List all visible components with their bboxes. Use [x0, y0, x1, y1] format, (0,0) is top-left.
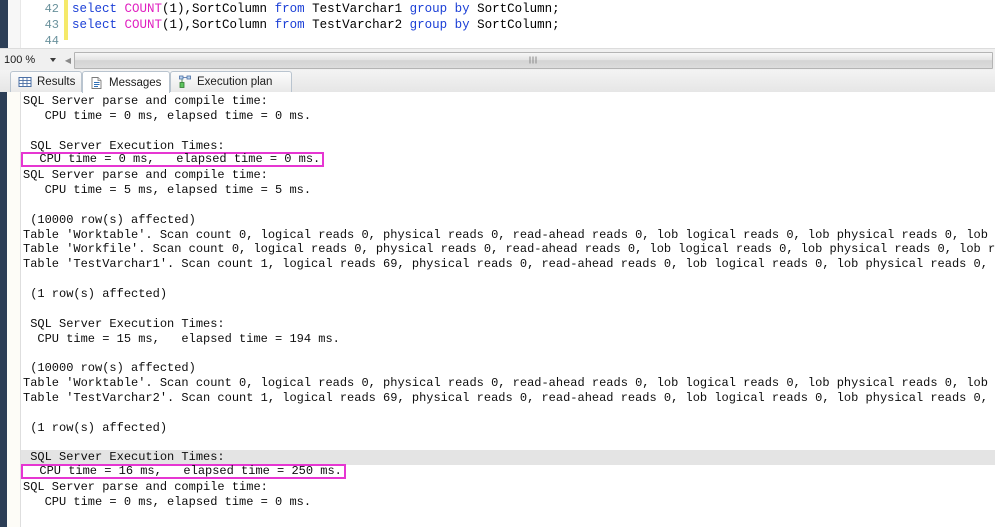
message-line [21, 198, 995, 213]
editor-horizontal-scrollbar[interactable]: ◀ [62, 50, 995, 70]
editor-line-number: 44 [44, 34, 59, 48]
message-highlight-box: CPU time = 16 ms, elapsed time = 250 ms. [21, 464, 346, 480]
highlighted-message-line: CPU time = 0 ms, elapsed time = 0 ms. [21, 152, 995, 168]
sql-token-kw: group by [409, 2, 478, 16]
editor-line-number: 42 [44, 2, 59, 16]
sql-token-pl: TestVarchar1 [312, 2, 410, 16]
sql-token-pl: TestVarchar2 [312, 18, 410, 32]
sql-token-kw: select [72, 2, 125, 16]
tab-label: Execution plan [197, 76, 273, 88]
tab-execution-plan[interactable]: Execution plan [170, 71, 292, 92]
message-line: SQL Server parse and compile time: [23, 479, 276, 494]
sql-token-kw: from [274, 2, 313, 16]
message-line: (1 row(s) affected) [23, 286, 168, 301]
message-line: CPU time = 0 ms, elapsed time = 0 ms. [23, 108, 312, 123]
sql-code-text[interactable]: select COUNT(1),SortColumn from TestVarc… [72, 1, 560, 48]
sql-token-kw: group by [409, 18, 478, 32]
sql-token-kw: select [72, 18, 125, 32]
editor-line-number: 43 [44, 18, 59, 32]
messages-left-edge [0, 92, 7, 527]
ssms-query-window: 42 43 44 select COUNT(1),SortColumn from T… [0, 0, 995, 527]
sql-token-fn: COUNT [124, 2, 163, 16]
grid-icon [18, 75, 32, 89]
tab-label: Messages [109, 76, 162, 89]
sql-token-pl: (1),SortColumn [162, 18, 275, 32]
messages-output-pane[interactable]: SQL Server parse and compile time: CPU t… [0, 92, 995, 527]
editor-line[interactable]: select COUNT(1),SortColumn from TestVarc… [72, 1, 560, 17]
tab-label: Results [37, 76, 76, 88]
sql-token-pl: SortColumn; [477, 2, 560, 16]
message-line: (10000 row(s) affected) [23, 361, 196, 376]
message-line: (10000 row(s) affected) [23, 212, 196, 227]
message-line: Table 'Workfile'. Scan count 0, logical … [23, 242, 995, 257]
editor-selection-margin[interactable] [8, 0, 21, 48]
editor-line[interactable]: select COUNT(1),SortColumn from TestVarc… [72, 17, 560, 33]
triangle-left-icon[interactable]: ◀ [62, 51, 74, 69]
message-line: Table 'Worktable'. Scan count 0, logical… [23, 376, 988, 391]
document-lines-icon [90, 76, 104, 90]
highlighted-message-line: CPU time = 16 ms, elapsed time = 250 ms. [21, 464, 995, 480]
message-line [21, 435, 995, 450]
message-line: SQL Server Execution Times: [23, 316, 225, 331]
editor-change-bar [64, 0, 68, 40]
message-line [21, 302, 995, 317]
message-line: SQL Server Execution Times: [23, 138, 225, 153]
scrollbar-thumb[interactable] [74, 51, 993, 69]
message-line [21, 406, 995, 421]
editor-line-number-gutter: 42 43 44 [21, 0, 63, 48]
message-highlight-box: CPU time = 0 ms, elapsed time = 0 ms. [21, 152, 325, 168]
sql-token-kw: from [274, 18, 313, 32]
message-line: (1 row(s) affected) [23, 420, 168, 435]
message-line: Table 'TestVarchar2'. Scan count 1, logi… [23, 390, 988, 405]
message-line: SQL Server parse and compile time: [23, 168, 276, 183]
message-line: CPU time = 5 ms, elapsed time = 5 ms. [23, 183, 312, 198]
message-line [21, 124, 995, 139]
message-line [21, 346, 995, 361]
tab-results[interactable]: Results [10, 71, 82, 92]
message-line: CPU time = 15 ms, elapsed time = 194 ms. [23, 331, 340, 346]
editor-left-edge [0, 0, 8, 48]
messages-selection-margin[interactable] [7, 92, 21, 527]
message-line: SQL Server Execution Times: [21, 450, 995, 466]
message-line: CPU time = 0 ms, elapsed time = 0 ms. [23, 494, 312, 509]
sql-token-pl: SortColumn; [477, 18, 560, 32]
message-line [21, 272, 995, 287]
messages-text[interactable]: SQL Server parse and compile time: CPU t… [21, 92, 995, 527]
sql-editor-pane[interactable]: 42 43 44 select COUNT(1),SortColumn from T… [0, 0, 995, 48]
message-line: SQL Server parse and compile time: [23, 94, 276, 108]
message-line: Table 'TestVarchar1'. Scan count 1, logi… [23, 257, 988, 272]
execution-plan-icon [178, 75, 192, 89]
grip-icon [529, 56, 538, 64]
sql-token-fn: COUNT [124, 18, 163, 32]
zoom-level-value: 100 % [4, 54, 36, 66]
chevron-down-icon[interactable] [50, 58, 56, 62]
editor-line[interactable] [72, 33, 560, 48]
results-tab-strip[interactable]: Results Messages Execution plan [0, 70, 995, 93]
zoom-level-combobox[interactable]: 100 % [0, 49, 62, 71]
tab-messages[interactable]: Messages [82, 71, 170, 93]
sql-token-pl: (1),SortColumn [162, 2, 275, 16]
message-line: Table 'Worktable'. Scan count 0, logical… [23, 227, 988, 242]
editor-status-row: 100 % ◀ [0, 48, 995, 71]
